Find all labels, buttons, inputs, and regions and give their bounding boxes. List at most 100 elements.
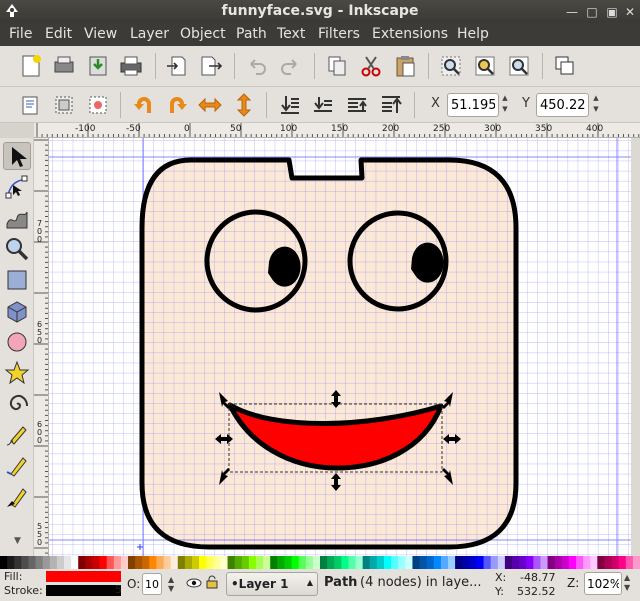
palette-swatch[interactable]	[305, 556, 314, 569]
duplicate-button[interactable]	[323, 52, 351, 80]
group-button[interactable]	[551, 52, 579, 80]
node-tool[interactable]	[3, 173, 31, 201]
palette-swatch[interactable]	[590, 556, 598, 569]
palette-swatch[interactable]	[632, 556, 640, 569]
palette-swatch[interactable]	[113, 556, 122, 569]
print-document-button[interactable]	[117, 52, 145, 80]
palette-swatch[interactable]	[391, 556, 399, 569]
palette-swatch[interactable]	[320, 556, 328, 569]
menu-layer[interactable]: Layer	[130, 26, 169, 42]
restore-button[interactable]: ▣	[603, 3, 621, 21]
palette-swatch[interactable]	[177, 556, 186, 569]
cut-button[interactable]	[357, 52, 385, 80]
palette-swatch[interactable]	[142, 556, 150, 569]
palette-swatch[interactable]	[49, 556, 58, 569]
palette-swatch[interactable]	[526, 556, 534, 569]
vertical-scrollbar[interactable]	[631, 138, 640, 556]
palette-swatch[interactable]	[135, 556, 143, 569]
menu-help[interactable]: Help	[457, 26, 489, 42]
zoom-input[interactable]	[584, 572, 622, 595]
palette-swatch[interactable]	[120, 556, 129, 569]
palette-swatch[interactable]	[384, 556, 392, 569]
palette-swatch[interactable]	[519, 556, 527, 569]
palette-swatch[interactable]	[234, 556, 243, 569]
palette-swatch[interactable]	[327, 556, 335, 569]
menu-extensions[interactable]: Extensions	[372, 26, 448, 42]
paste-button[interactable]	[391, 52, 419, 80]
menu-filters[interactable]: Filters	[318, 26, 360, 42]
x-coord-stepper[interactable]: ▲ ▼	[499, 93, 511, 117]
y-coord-input[interactable]	[536, 93, 589, 117]
close-button[interactable]: ✕	[621, 3, 639, 21]
palette-swatch[interactable]	[334, 556, 342, 569]
palette-swatch[interactable]	[248, 556, 257, 569]
raise-to-top-button[interactable]	[377, 91, 405, 119]
lower-button[interactable]	[309, 91, 337, 119]
palette-swatch[interactable]	[270, 556, 278, 569]
palette-swatch[interactable]	[426, 556, 435, 569]
eye-icon[interactable]	[186, 577, 202, 589]
palette-swatch[interactable]	[106, 556, 115, 569]
zoom-stepper[interactable]: ▲ ▼	[624, 573, 636, 595]
palette-swatch[interactable]	[440, 556, 449, 569]
calligraphy-tool[interactable]	[3, 483, 31, 511]
palette-swatch[interactable]	[504, 556, 513, 569]
palette-swatch[interactable]	[78, 556, 86, 569]
palette-swatch[interactable]	[568, 556, 577, 569]
deselect-button[interactable]	[84, 91, 112, 119]
palette-swatch[interactable]	[206, 556, 214, 569]
ellipse-tool[interactable]	[3, 328, 31, 356]
palette-swatch[interactable]	[448, 556, 456, 569]
palette-swatch[interactable]	[85, 556, 93, 569]
palette-swatch[interactable]	[547, 556, 556, 569]
palette-swatch[interactable]	[199, 556, 207, 569]
palette-swatch[interactable]	[561, 556, 570, 569]
palette-swatch[interactable]	[241, 556, 250, 569]
palette-swatch[interactable]	[412, 556, 421, 569]
opacity-stepper[interactable]: ▲ ▼	[168, 575, 180, 593]
menu-path[interactable]: Path	[236, 26, 267, 42]
select-all-layers-button[interactable]	[50, 91, 78, 119]
flip-vertical-button[interactable]	[230, 91, 258, 119]
canvas[interactable]	[49, 138, 631, 556]
palette-swatch[interactable]	[128, 556, 136, 569]
3dbox-tool[interactable]	[3, 297, 31, 325]
palette-swatch[interactable]	[220, 556, 229, 569]
zoom-page-button[interactable]	[505, 52, 533, 80]
zoom-tool[interactable]	[3, 235, 31, 263]
palette-swatch[interactable]	[533, 556, 541, 569]
palette-swatch[interactable]	[64, 556, 72, 569]
palette-swatch[interactable]	[490, 556, 499, 569]
more-tools-icon[interactable]: ▼	[14, 536, 21, 546]
rotate-cw-button[interactable]	[163, 91, 191, 119]
palette-swatch[interactable]	[398, 556, 406, 569]
stroke-swatch[interactable]	[46, 585, 121, 596]
palette-swatch[interactable]	[362, 556, 371, 569]
color-palette[interactable]	[0, 556, 640, 569]
palette-swatch[interactable]	[184, 556, 193, 569]
palette-swatch[interactable]	[355, 556, 364, 569]
palette-swatch[interactable]	[298, 556, 307, 569]
palette-swatch[interactable]	[21, 556, 29, 569]
save-document-button[interactable]	[84, 52, 112, 80]
palette-swatch[interactable]	[369, 556, 378, 569]
tweak-tool[interactable]	[3, 204, 31, 232]
pen-tool[interactable]	[3, 452, 31, 480]
open-document-button[interactable]	[50, 52, 78, 80]
menu-object[interactable]: Object	[180, 26, 226, 42]
palette-swatch[interactable]	[462, 556, 470, 569]
menu-text[interactable]: Text	[277, 26, 305, 42]
palette-swatch[interactable]	[42, 556, 51, 569]
x-coord-input[interactable]	[447, 93, 499, 117]
y-coord-stepper[interactable]: ▲ ▼	[590, 93, 602, 117]
palette-swatch[interactable]	[476, 556, 485, 569]
menu-edit[interactable]: Edit	[45, 26, 72, 42]
flip-horizontal-button[interactable]	[196, 91, 224, 119]
rotate-ccw-button[interactable]	[130, 91, 158, 119]
palette-swatch[interactable]	[625, 556, 634, 569]
palette-swatch[interactable]	[576, 556, 584, 569]
select-all-button[interactable]	[16, 91, 44, 119]
palette-swatch[interactable]	[597, 556, 605, 569]
palette-swatch[interactable]	[291, 556, 300, 569]
palette-swatch[interactable]	[419, 556, 428, 569]
